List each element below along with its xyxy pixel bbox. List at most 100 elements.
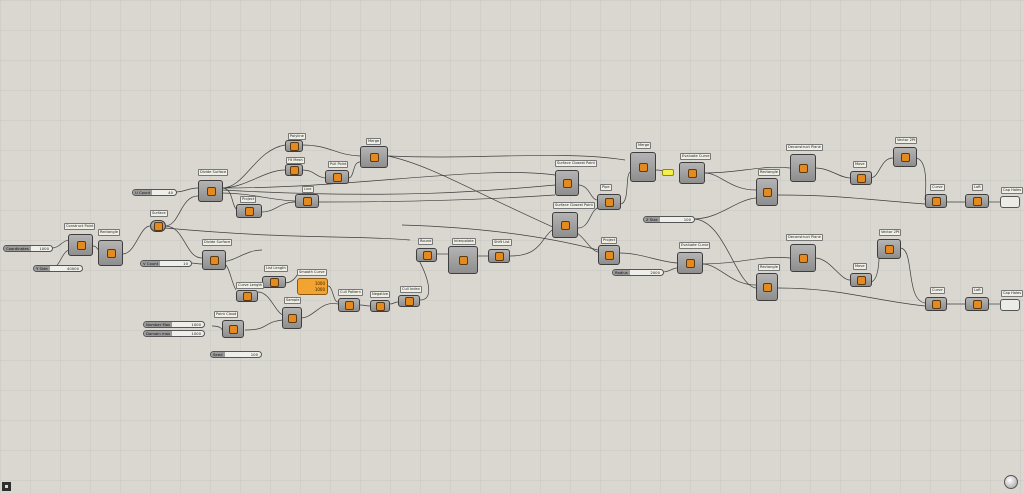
cap-holes-component-bottom[interactable] (1000, 299, 1020, 311)
vector-icon (901, 153, 910, 162)
divide-surface-label: Divide Surface (198, 169, 229, 176)
vector-2pt-component-top[interactable] (893, 147, 917, 167)
canvas-toggle-icon[interactable]: ▪ (2, 482, 11, 491)
y-side-slider[interactable]: Y Side 40000 (33, 265, 83, 272)
curve-length-label: Curve Length (236, 282, 265, 289)
rectangle-component-top-right[interactable] (756, 178, 778, 206)
rectangle-component[interactable] (98, 240, 123, 266)
pull-point-label: Pull Point (328, 161, 349, 168)
rectangle-icon-3 (763, 283, 772, 292)
move-label-2: Move (853, 263, 867, 270)
merge-label-2: Merge (636, 142, 652, 149)
curve-label-2: Curve (930, 287, 945, 294)
length-icon (243, 292, 252, 301)
divide-surface-label-2: Divide Surface (202, 239, 233, 246)
pipe-component[interactable] (597, 194, 621, 210)
plane-icon-2 (799, 254, 808, 263)
smooth-curve-component[interactable]: 1000 1000 (297, 278, 328, 295)
rectangle-label: Rectangle (98, 229, 120, 236)
cull-index-component[interactable] (398, 295, 420, 307)
panel-value-1: 1000 (314, 281, 325, 286)
divide-surface-icon (206, 187, 216, 196)
sample-component[interactable] (282, 307, 302, 329)
polyline-icon (290, 142, 299, 151)
round-component[interactable] (416, 248, 437, 262)
interpolate-component[interactable] (448, 246, 478, 274)
vector-2pt-component-bottom[interactable] (877, 239, 901, 259)
curve-label: Curve (930, 184, 945, 191)
sample-label: Sample (284, 297, 302, 304)
line-label: Line (302, 186, 314, 193)
project-component[interactable] (236, 204, 262, 218)
merge-label: Merge (366, 138, 382, 145)
move-component-top[interactable] (850, 171, 872, 185)
vector-2pt-label: Vector 2Pt (895, 137, 918, 144)
round-icon (422, 251, 432, 260)
sample-icon (288, 314, 297, 323)
point-cloud-component[interactable] (222, 320, 244, 338)
rectangle-label-2: Rectangle (758, 169, 780, 176)
cull-index-label: Cull Index (400, 286, 422, 293)
construct-point-label: Construct Point (64, 223, 96, 230)
surface-icon (154, 222, 163, 231)
surface-label: Surface (150, 210, 168, 217)
curve-length-component[interactable] (236, 290, 258, 302)
deconstruct-plane-component-top[interactable] (790, 154, 816, 182)
vector-2pt-label-2: Vector 2Pt (879, 229, 902, 236)
u-count-slider[interactable]: U Count 40 (132, 189, 177, 196)
surface-closest-point-component-2[interactable] (552, 212, 578, 238)
curve-icon (932, 197, 941, 206)
cap-holes-component-top[interactable] (1000, 196, 1020, 208)
evaluate-curve-component-2[interactable] (677, 252, 703, 274)
list-length-component[interactable] (262, 276, 286, 288)
curve-icon-2 (932, 300, 941, 309)
fit-mesh-component[interactable] (285, 164, 303, 176)
merge-component-mid[interactable] (630, 152, 656, 182)
move-component-bottom[interactable] (850, 273, 872, 287)
curve-component-bottom[interactable] (925, 297, 947, 311)
wire-layer (51, 144, 1000, 331)
seed-slider[interactable]: Seed 100 (210, 351, 262, 358)
line-component[interactable] (295, 194, 319, 208)
coordinates-slider[interactable]: Coordinates 1000 (3, 245, 53, 252)
merge-component-top[interactable] (360, 146, 388, 168)
domain-max-slider[interactable]: Domain max 1000 (143, 330, 205, 337)
move-label: Move (853, 161, 867, 168)
round-label: Round (418, 238, 434, 245)
cloud-icon (229, 325, 238, 334)
surface-closest-point-component[interactable] (555, 170, 579, 196)
construct-point-component[interactable] (68, 234, 93, 256)
data-param-yellow[interactable] (662, 169, 674, 176)
interpolate-icon (459, 256, 468, 265)
cull-pattern-component[interactable] (338, 298, 360, 312)
v-count-slider[interactable]: V Count 10 (140, 260, 192, 267)
shift-list-component[interactable] (488, 249, 510, 263)
project-component-2[interactable] (598, 245, 620, 265)
cull-index-icon (405, 297, 414, 306)
point-icon (76, 241, 86, 250)
radius-slider[interactable]: Radius 2000 (612, 269, 664, 276)
rectangle-label-3: Rectangle (758, 264, 780, 271)
evaluate-curve-component[interactable] (679, 162, 705, 184)
grasshopper-canvas[interactable]: Coordinates 1000 Y Side 40000 U Count 40… (0, 0, 1024, 493)
surface-closest-point-label-2: Surface Closest Point (553, 202, 595, 209)
rectangle-icon-2 (763, 188, 772, 197)
number-max-slider[interactable]: Number Max 1000 (143, 321, 205, 328)
negative-label: Negative (370, 291, 391, 298)
deconstruct-plane-component-bottom[interactable] (790, 244, 816, 272)
z-size-slider[interactable]: Z Size 100 (643, 216, 695, 223)
project-label-2: Project (601, 237, 618, 244)
curve-component-top[interactable] (925, 194, 947, 208)
divide-surface-component[interactable] (198, 180, 223, 202)
negative-component[interactable] (370, 300, 390, 312)
pull-point-component[interactable] (325, 170, 349, 184)
polyline-component[interactable] (285, 140, 303, 152)
navigation-ball-icon[interactable] (1004, 475, 1018, 489)
line-icon (303, 197, 312, 206)
loft-component-top[interactable] (965, 194, 989, 208)
surface-param[interactable] (150, 220, 166, 232)
rectangle-component-bottom-right[interactable] (756, 273, 778, 301)
divide-surface-component-2[interactable] (202, 250, 226, 270)
merge-icon-2 (639, 163, 648, 172)
loft-component-bottom[interactable] (965, 297, 989, 311)
